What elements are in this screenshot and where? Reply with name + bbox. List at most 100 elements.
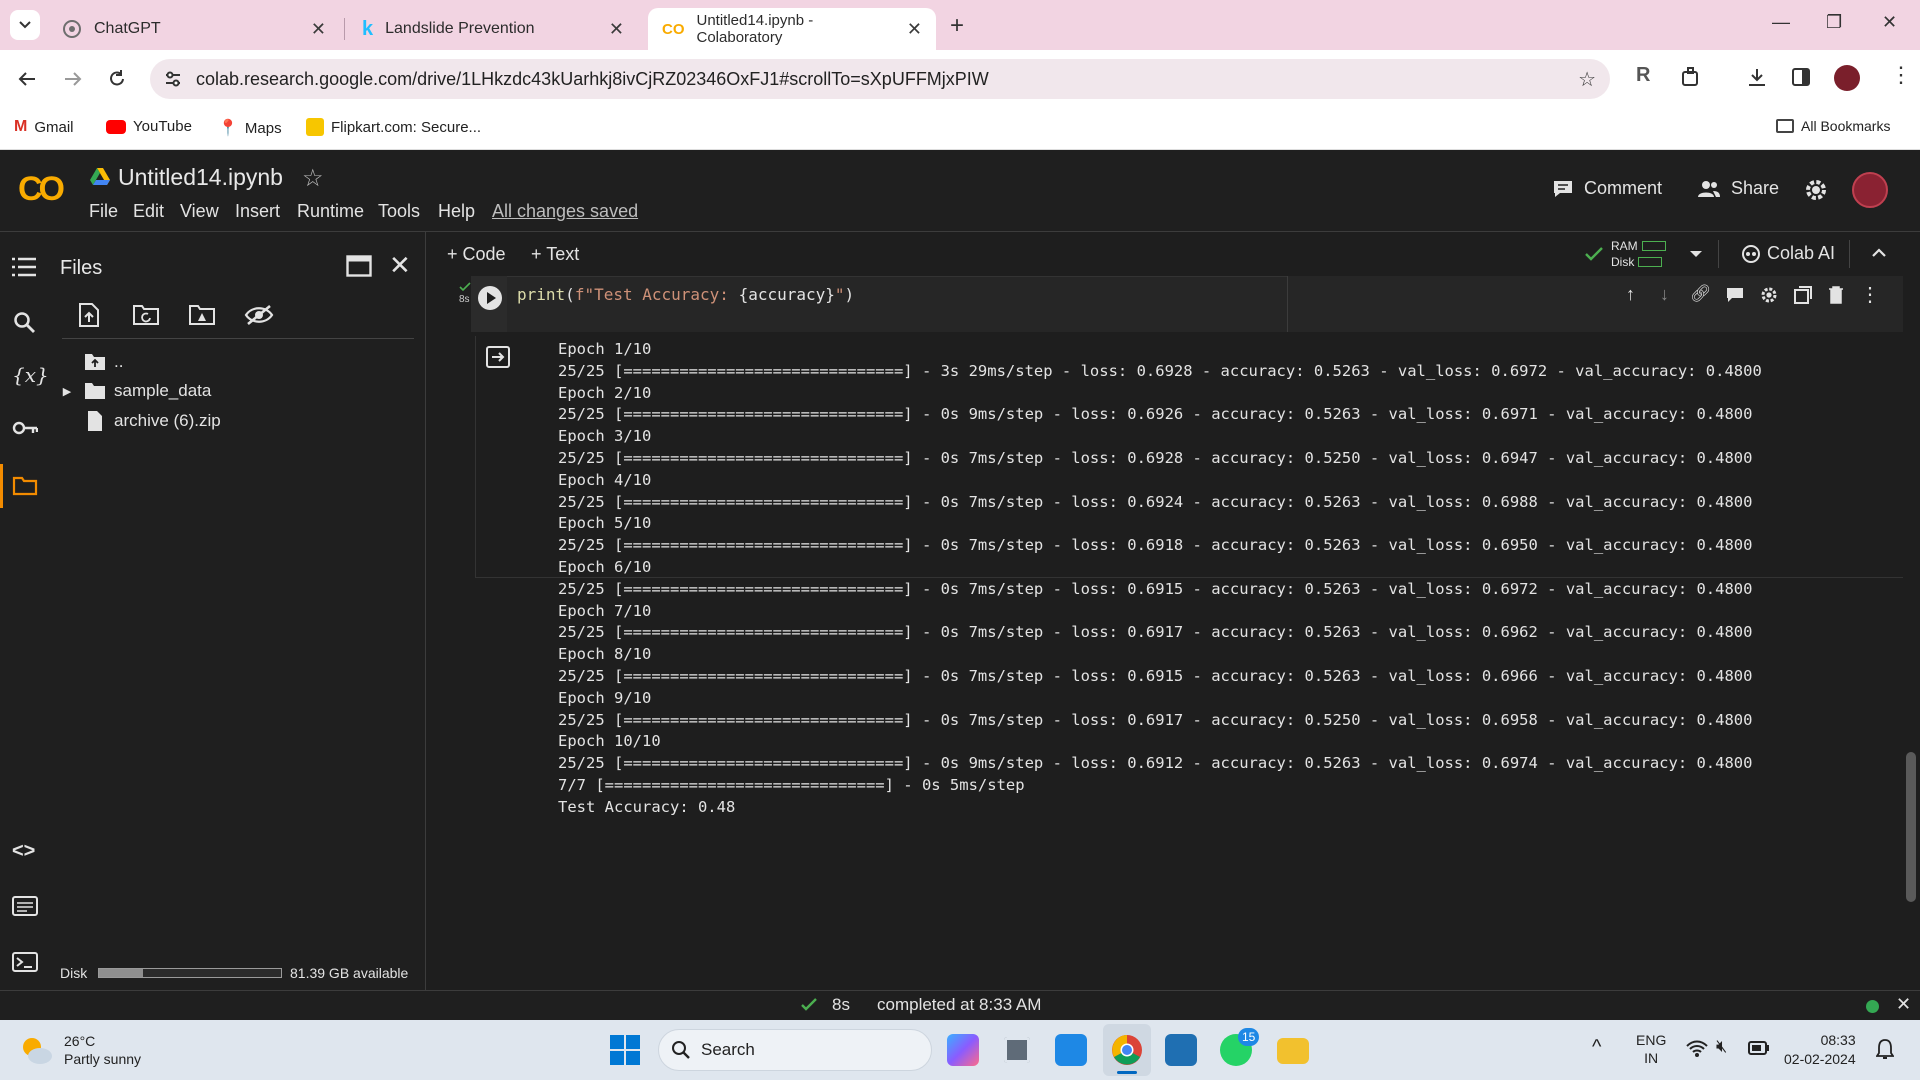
- colab-ai-button[interactable]: Colab AI: [1741, 243, 1835, 264]
- menu-view[interactable]: View: [180, 201, 219, 222]
- bookmark-star-icon[interactable]: ☆: [1578, 67, 1596, 92]
- comment-button[interactable]: Comment: [1552, 178, 1662, 199]
- refresh-folder-icon[interactable]: [132, 304, 160, 326]
- clock[interactable]: 08:33 02-02-2024: [1784, 1031, 1856, 1069]
- new-tab-icon[interactable]: +: [950, 12, 964, 40]
- more-options-icon[interactable]: ⋮: [1860, 282, 1880, 307]
- tree-file-archive[interactable]: archive (6).zip: [84, 410, 221, 432]
- menu-tools[interactable]: Tools: [378, 201, 420, 222]
- share-button[interactable]: Share: [1697, 178, 1779, 199]
- link-icon[interactable]: 🔗︎: [1690, 284, 1712, 304]
- close-tab-icon[interactable]: ✕: [311, 19, 326, 40]
- cell-settings-icon[interactable]: [1760, 286, 1778, 304]
- notebook-title[interactable]: Untitled14.ipynb: [118, 164, 283, 191]
- search-icon[interactable]: [12, 310, 36, 334]
- mount-drive-icon[interactable]: [188, 304, 216, 326]
- menu-edit[interactable]: Edit: [133, 201, 164, 222]
- tab-chatgpt[interactable]: ChatGPT ✕: [48, 8, 340, 50]
- colab-ai-icon: [1742, 244, 1760, 263]
- account-avatar[interactable]: [1852, 172, 1888, 208]
- expand-arrow-icon[interactable]: ▶: [58, 385, 76, 398]
- menu-file[interactable]: File: [89, 201, 118, 222]
- gmail-icon: M: [14, 118, 28, 135]
- notification-bell-icon[interactable]: [1876, 1038, 1894, 1060]
- bookmark-youtube[interactable]: YouTube: [106, 118, 192, 135]
- secrets-key-icon[interactable]: [12, 420, 38, 436]
- browser-menu-icon[interactable]: ⋮: [1890, 62, 1912, 88]
- minimize-icon[interactable]: —: [1772, 12, 1790, 33]
- windows-start-icon[interactable]: [610, 1035, 640, 1065]
- variables-icon[interactable]: {x}: [12, 363, 49, 387]
- upload-file-icon[interactable]: [78, 302, 100, 328]
- desktop-app-icon[interactable]: [1165, 1034, 1197, 1066]
- tree-parent-dir[interactable]: ..: [84, 352, 123, 372]
- bookmark-flipkart[interactable]: Flipkart.com: Secure...: [306, 118, 481, 136]
- close-panel-icon[interactable]: ✕: [389, 250, 411, 281]
- site-info-icon[interactable]: [164, 70, 182, 88]
- delete-cell-icon[interactable]: [1828, 286, 1844, 304]
- taskbar-search[interactable]: Search: [658, 1029, 932, 1071]
- all-bookmarks[interactable]: All Bookmarks: [1776, 118, 1890, 134]
- open-in-tab-icon[interactable]: [346, 255, 372, 277]
- wifi-icon[interactable]: [1686, 1040, 1708, 1058]
- chrome-taskbar-active[interactable]: [1103, 1024, 1151, 1076]
- code-snippets-icon[interactable]: <>: [12, 840, 35, 863]
- resource-monitor[interactable]: RAM Disk: [1611, 238, 1666, 270]
- microsoft-store-icon[interactable]: [1055, 1034, 1087, 1066]
- bookmark-gmail[interactable]: M Gmail: [14, 118, 74, 136]
- code-input[interactable]: print(f"Test Accuracy: {accuracy}"): [507, 276, 1287, 332]
- tab-landslide[interactable]: k Landslide Prevention ✕: [348, 8, 638, 50]
- extensions-icon[interactable]: [1680, 66, 1702, 88]
- save-status[interactable]: All changes saved: [492, 201, 638, 222]
- terminal-icon[interactable]: [12, 952, 38, 972]
- restore-icon[interactable]: ❐: [1826, 12, 1842, 33]
- reload-icon[interactable]: [106, 68, 128, 90]
- battery-icon[interactable]: [1748, 1041, 1770, 1055]
- bookmark-label: Maps: [244, 119, 282, 137]
- back-icon[interactable]: [16, 68, 38, 90]
- mirror-cell-icon[interactable]: [1794, 286, 1812, 304]
- forward-icon[interactable]: [62, 68, 84, 90]
- colab-logo[interactable]: CO: [18, 170, 65, 209]
- comment-cell-icon[interactable]: [1726, 287, 1744, 303]
- close-status-icon[interactable]: ✕: [1896, 994, 1911, 1015]
- weather-widget[interactable]: 26°C Partly sunny: [18, 1032, 141, 1068]
- task-view-icon[interactable]: [1001, 1034, 1033, 1066]
- file-explorer-icon[interactable]: [1277, 1038, 1309, 1064]
- menu-help[interactable]: Help: [438, 201, 475, 222]
- menu-runtime[interactable]: Runtime: [297, 201, 364, 222]
- close-window-icon[interactable]: ✕: [1882, 12, 1897, 33]
- star-icon[interactable]: ☆: [302, 164, 324, 193]
- output-line: 25/25 [==============================] -…: [558, 361, 1762, 380]
- add-code-button[interactable]: + Code: [447, 244, 506, 265]
- profile-avatar[interactable]: [1834, 65, 1860, 91]
- clear-output-icon[interactable]: [486, 346, 510, 368]
- command-palette-icon[interactable]: [12, 896, 38, 916]
- table-of-contents-icon[interactable]: [12, 257, 36, 277]
- tab-search-button[interactable]: [10, 10, 40, 40]
- close-tab-icon[interactable]: ✕: [609, 19, 624, 40]
- notebook-scrollbar[interactable]: [1906, 752, 1916, 902]
- run-cell-button[interactable]: [477, 285, 503, 311]
- address-bar[interactable]: colab.research.google.com/drive/1LHkzdc4…: [150, 59, 1610, 99]
- volume-muted-icon[interactable]: 🔇︎: [1716, 1036, 1727, 1057]
- tab-colab[interactable]: CO Untitled14.ipynb - Colaboratory ✕: [648, 8, 936, 50]
- hide-files-icon[interactable]: [244, 304, 274, 326]
- close-tab-icon[interactable]: ✕: [907, 19, 922, 40]
- tree-folder-sample-data[interactable]: ▶ sample_data: [58, 381, 212, 401]
- move-down-icon[interactable]: ↓: [1660, 284, 1669, 305]
- download-icon[interactable]: [1746, 66, 1768, 88]
- side-panel-icon[interactable]: [1790, 66, 1812, 88]
- language-indicator[interactable]: ENG IN: [1636, 1031, 1666, 1067]
- bookmark-maps[interactable]: 📍 Maps: [218, 118, 282, 138]
- collapse-header-icon[interactable]: [1871, 248, 1887, 258]
- caret-down-icon[interactable]: [1689, 250, 1703, 258]
- tray-chevron-icon[interactable]: ^: [1592, 1036, 1601, 1059]
- copilot-icon[interactable]: [947, 1034, 979, 1066]
- add-text-button[interactable]: + Text: [531, 244, 579, 265]
- folder-icon[interactable]: [12, 476, 38, 496]
- menu-insert[interactable]: Insert: [235, 201, 280, 222]
- extension-r-icon[interactable]: R: [1636, 64, 1650, 87]
- settings-gear-icon[interactable]: [1804, 178, 1828, 202]
- move-up-icon[interactable]: ↑: [1626, 284, 1635, 305]
